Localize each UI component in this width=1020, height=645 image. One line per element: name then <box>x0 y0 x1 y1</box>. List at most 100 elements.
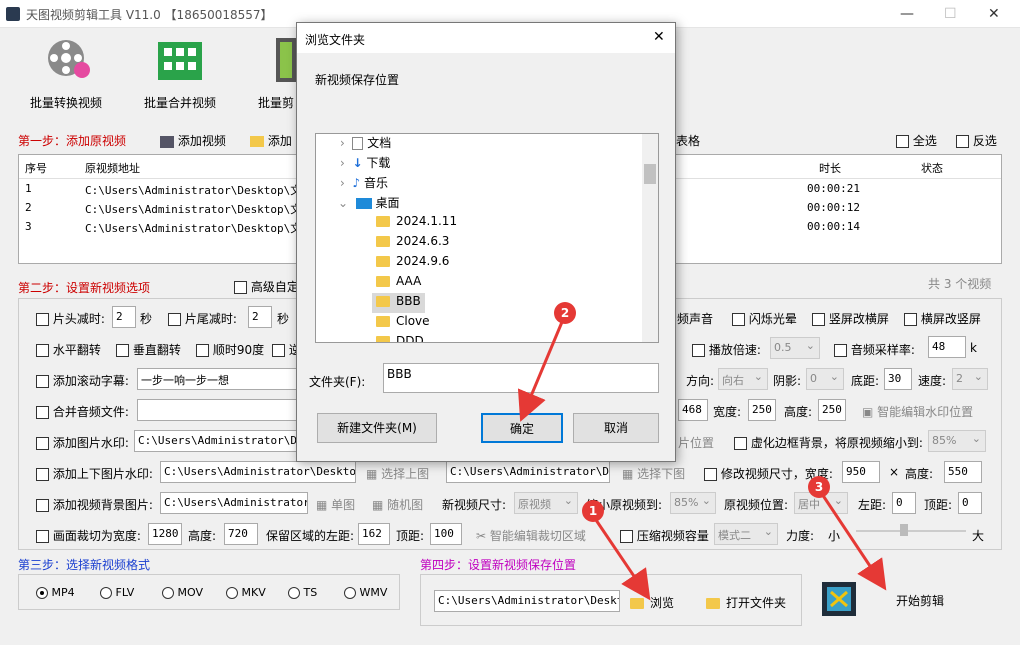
select-all-checkbox[interactable] <box>896 135 909 148</box>
blur-bg-option[interactable]: 虚化边框背景，将原视频缩小到: <box>734 434 923 458</box>
rot90-option[interactable]: 顺时90度 <box>196 341 264 365</box>
mode-select[interactable]: 模式二 <box>714 523 778 545</box>
select-all-button[interactable]: 全选 <box>896 132 937 149</box>
dir-select[interactable]: 向右 <box>718 368 768 390</box>
v2h-checkbox[interactable] <box>812 313 825 326</box>
batch-cut-button[interactable]: 批量剪 <box>240 30 296 118</box>
head-cut-option[interactable]: 片头减时: <box>36 310 105 334</box>
sample-option[interactable]: 音频采样率: <box>834 341 915 365</box>
merge-audio-input[interactable] <box>137 399 297 421</box>
spd-select[interactable]: 2 <box>952 368 988 390</box>
format-mov[interactable]: MOV <box>162 586 203 599</box>
tail-cut-option[interactable]: 片尾减时: <box>168 310 237 334</box>
tree-item-folder[interactable]: 2024.6.3 <box>376 234 449 254</box>
hflip-checkbox[interactable] <box>36 344 49 357</box>
speed-select[interactable]: 0.5 <box>770 337 820 359</box>
blur-select[interactable]: 85% <box>928 430 986 452</box>
tree-item-downloads[interactable]: › ↓ 下载 <box>340 154 390 174</box>
height-input[interactable]: 250 <box>818 399 846 421</box>
maximize-icon[interactable]: ☐ <box>944 6 957 22</box>
scroll-sub-option[interactable]: 添加滚动字幕: <box>36 372 129 396</box>
select-bottom-button[interactable]: ▦ 选择下图 <box>622 465 685 482</box>
tree-item-music[interactable]: › ♪ 音乐 <box>340 174 388 194</box>
scrollbar-thumb[interactable] <box>644 164 656 184</box>
new-size-select[interactable]: 原视频 <box>514 492 578 514</box>
slider-thumb[interactable] <box>900 524 908 536</box>
rot90-checkbox[interactable] <box>196 344 209 357</box>
tb-wm-option[interactable]: 添加上下图片水印: <box>36 465 153 489</box>
advanced-option[interactable]: 高级自定 <box>234 278 299 295</box>
crop-option[interactable]: 画面裁切为宽度: <box>36 527 141 551</box>
format-wmv[interactable]: WMV <box>344 586 387 599</box>
head-cut-checkbox[interactable] <box>36 313 49 326</box>
single-img-button[interactable]: ▦ 单图 <box>316 496 355 513</box>
img-wm-option[interactable]: 添加图片水印: <box>36 434 129 458</box>
format-mp4[interactable]: MP4 <box>36 586 75 599</box>
dialog-close-icon[interactable]: ✕ <box>653 29 665 45</box>
speed-option[interactable]: 播放倍速: <box>692 341 761 365</box>
invert-checkbox[interactable] <box>956 135 969 148</box>
head-cut-input[interactable]: 2 <box>112 306 136 328</box>
shadow-select[interactable]: 0 <box>806 368 844 390</box>
compress-option[interactable]: 压缩视频容量 <box>620 527 709 551</box>
sample-checkbox[interactable] <box>834 344 847 357</box>
bg-img-input[interactable]: C:\Users\Administrator\D <box>160 492 308 514</box>
merge-audio-option[interactable]: 合并音频文件: <box>36 403 129 427</box>
smart-wm-button[interactable]: ▣ 智能编辑水印位置 <box>862 403 973 420</box>
tree-scrollbar[interactable] <box>642 134 658 342</box>
tree-item-desktop[interactable]: ⌄ 桌面 <box>338 194 400 214</box>
vflip-checkbox[interactable] <box>116 344 129 357</box>
img-wm-input[interactable]: C:\Users\Administrator\Des <box>134 430 297 452</box>
crop-w-input[interactable]: 1280 <box>148 523 182 545</box>
v2h-option[interactable]: 竖屏改横屏 <box>812 310 889 334</box>
top-img-input[interactable]: C:\Users\Administrator\Desktop\A <box>160 461 356 483</box>
add-video-button[interactable]: 添加视频 <box>160 132 226 149</box>
select-top-button[interactable]: ▦ 选择上图 <box>366 465 429 482</box>
flash-option[interactable]: 闪烁光晕 <box>732 310 797 334</box>
bottom-img-input[interactable]: C:\Users\Administrator\Desk <box>446 461 610 483</box>
tree-item-documents[interactable]: › 文档 <box>340 134 391 154</box>
hflip-option[interactable]: 水平翻转 <box>36 341 101 365</box>
resize-w-input[interactable]: 950 <box>842 461 880 483</box>
tree-item-folder[interactable]: DDD <box>376 334 424 342</box>
bg-img-checkbox[interactable] <box>36 499 49 512</box>
start-button[interactable]: 开始剪辑 <box>896 592 944 609</box>
bg-img-option[interactable]: 添加视频背景图片: <box>36 496 153 520</box>
tail-cut-checkbox[interactable] <box>168 313 181 326</box>
sample-input[interactable]: 48 <box>928 336 966 358</box>
crop-h-input[interactable]: 720 <box>224 523 258 545</box>
folder-input[interactable]: BBB <box>383 363 659 393</box>
tree-item-folder[interactable]: 2024.1.11 <box>376 214 457 234</box>
folder-tree[interactable]: › 文档 › ↓ 下载 › ♪ 音乐 ⌄ 桌面 2024.1.11 2024.6… <box>315 133 659 343</box>
scroll-sub-input[interactable]: 一步一响一步一想 <box>137 368 297 390</box>
tail-cut-input[interactable]: 2 <box>248 306 272 328</box>
scroll-sub-checkbox[interactable] <box>36 375 49 388</box>
cancel-button[interactable]: 取消 <box>573 413 659 443</box>
tb-wm-checkbox[interactable] <box>36 468 49 481</box>
batch-merge-button[interactable]: 批量合并视频 <box>130 30 230 118</box>
minimize-icon[interactable]: — <box>900 6 914 22</box>
crop-checkbox[interactable] <box>36 530 49 543</box>
strength-slider[interactable] <box>856 530 966 532</box>
batch-convert-button[interactable]: 批量转换视频 <box>16 30 116 118</box>
browse-button[interactable]: 浏览 <box>630 594 674 611</box>
format-mkv[interactable]: MKV <box>226 586 266 599</box>
h2v-option[interactable]: 横屏改竖屏 <box>904 310 981 334</box>
wm-x-input[interactable]: 468 <box>678 399 708 421</box>
bottom-input[interactable]: 30 <box>884 368 912 390</box>
close-icon[interactable]: ✕ <box>988 6 1000 22</box>
tree-item-selected[interactable]: BBB <box>372 293 425 313</box>
flash-checkbox[interactable] <box>732 313 745 326</box>
h2v-checkbox[interactable] <box>904 313 917 326</box>
shrink-select[interactable]: 85% <box>670 492 716 514</box>
resize-h-input[interactable]: 550 <box>944 461 982 483</box>
add-more-button[interactable]: 添加 <box>250 132 292 149</box>
format-ts[interactable]: TS <box>288 586 317 599</box>
compress-checkbox[interactable] <box>620 530 633 543</box>
ok-button[interactable]: 确定 <box>481 413 563 443</box>
keep-left-input[interactable]: 162 <box>358 523 390 545</box>
left-input[interactable]: 0 <box>892 492 916 514</box>
save-path-input[interactable]: C:\Users\Administrator\Desktop <box>434 590 620 612</box>
blur-bg-checkbox[interactable] <box>734 437 747 450</box>
start-cut-icon[interactable] <box>822 582 856 616</box>
